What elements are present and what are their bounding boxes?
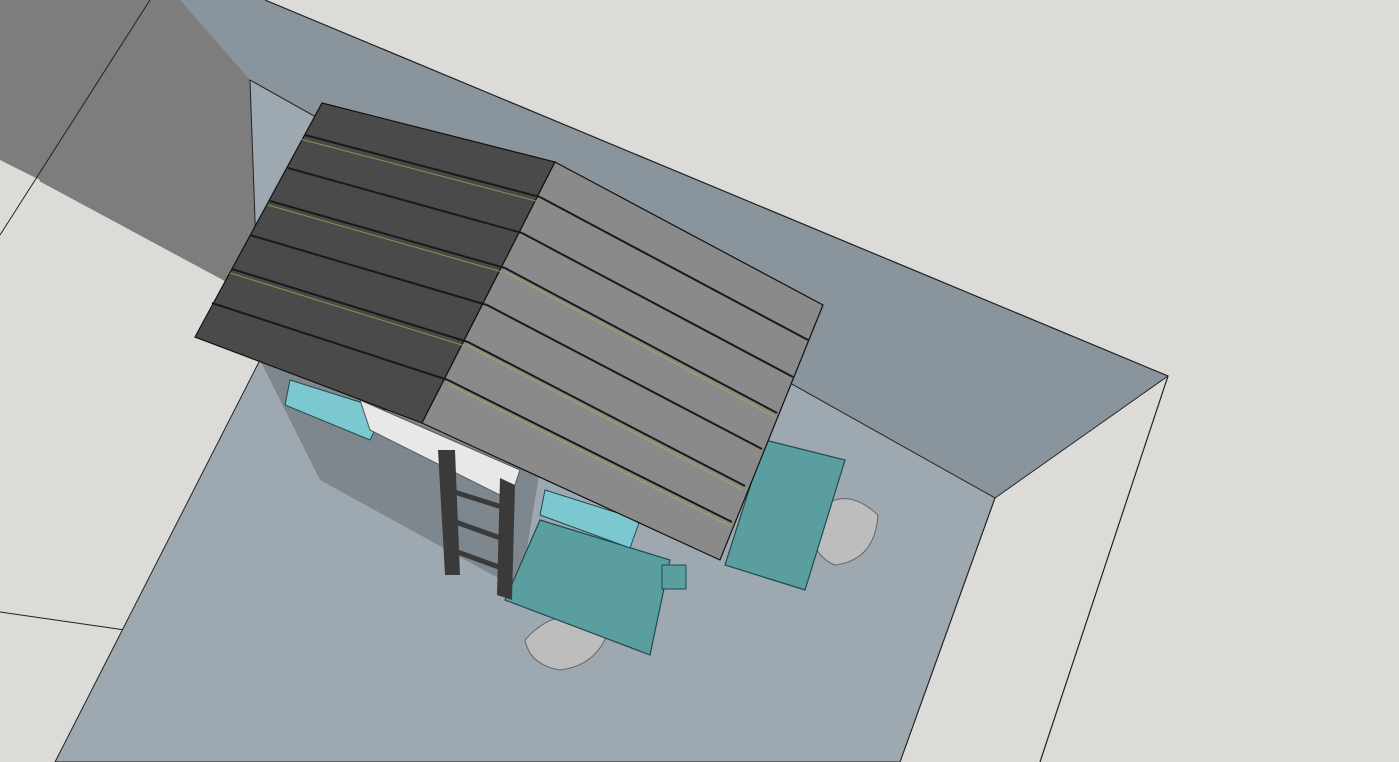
small-teal-block bbox=[661, 564, 687, 590]
3d-viewport[interactable] bbox=[0, 0, 1399, 762]
scene-canvas[interactable] bbox=[0, 0, 1399, 762]
